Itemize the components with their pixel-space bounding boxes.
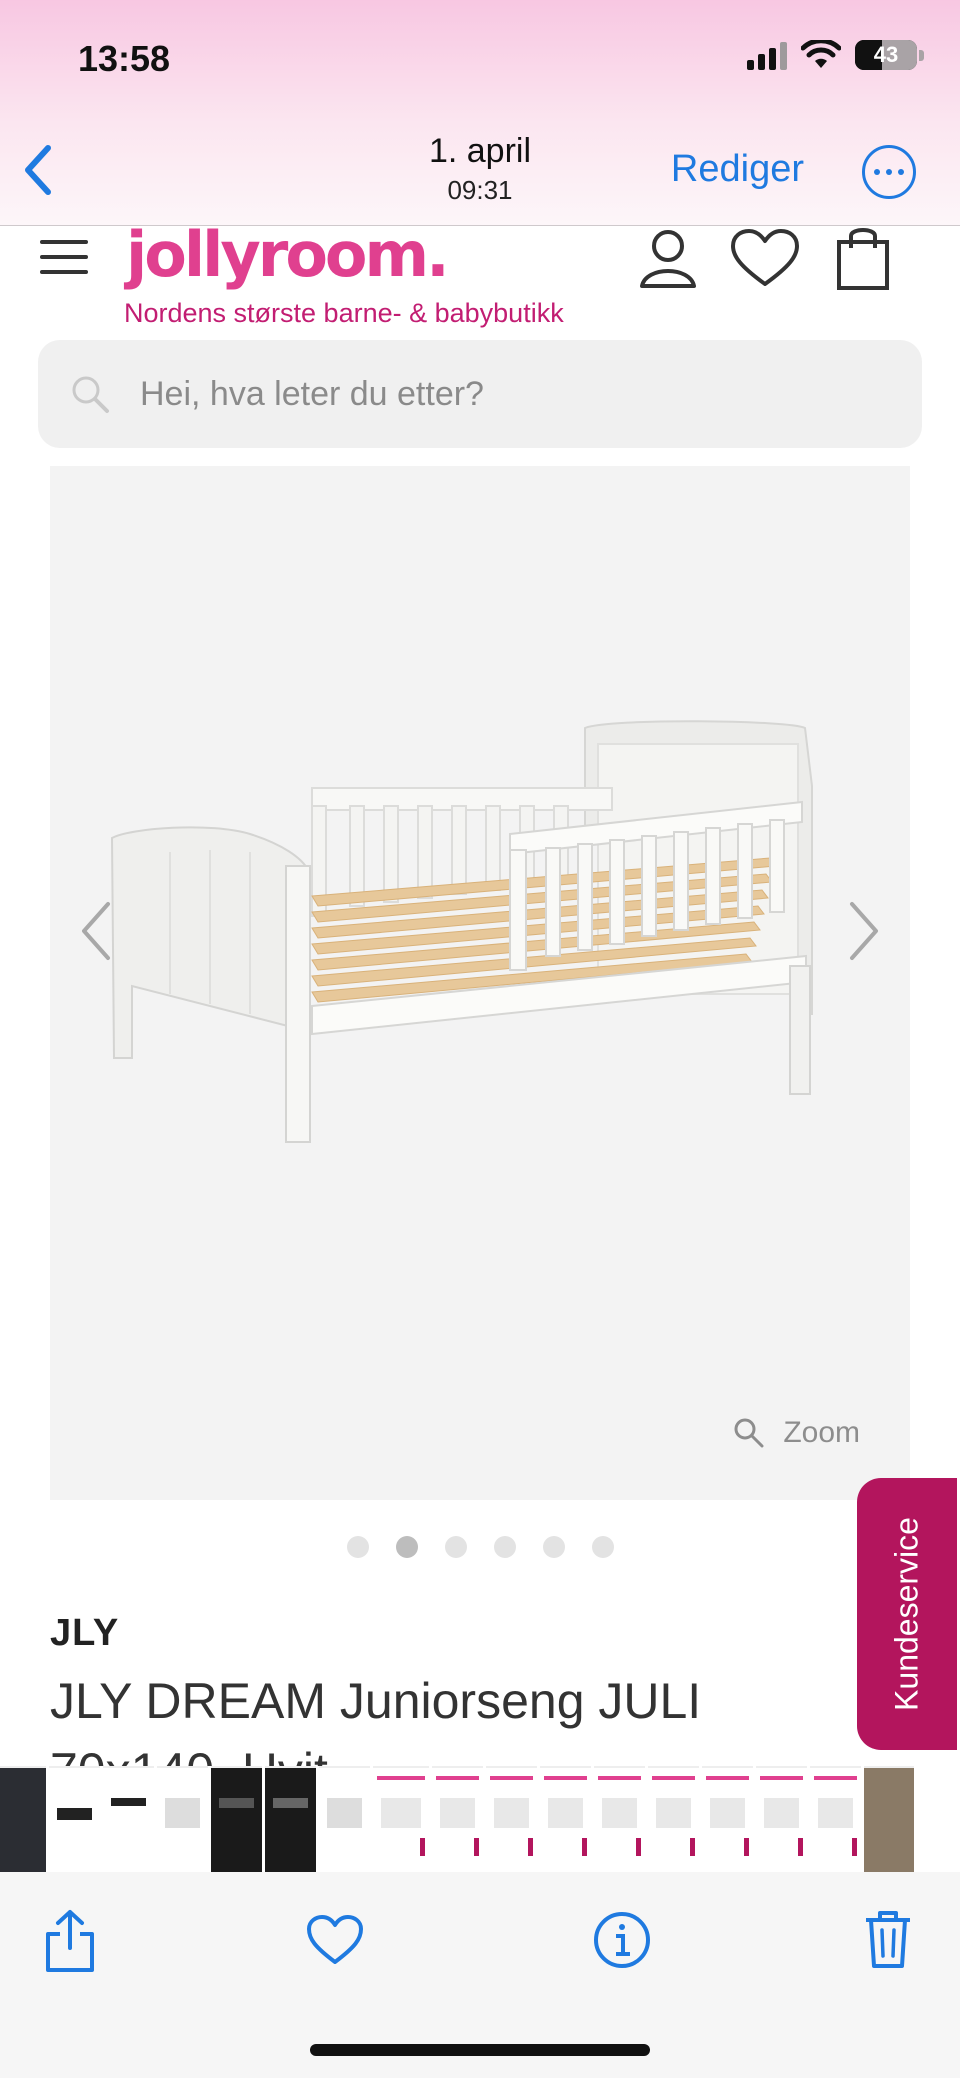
carousel-dot[interactable] bbox=[395, 1536, 418, 1558]
carousel-dot[interactable] bbox=[493, 1536, 516, 1558]
customer-service-label: Kundeservice bbox=[888, 1517, 925, 1711]
search-bar[interactable] bbox=[38, 340, 922, 448]
more-icon[interactable] bbox=[862, 145, 916, 199]
status-time: 13:58 bbox=[78, 38, 171, 79]
site-header: jollyroom. Nordens største barne- & baby… bbox=[0, 218, 960, 336]
carousel-dot[interactable] bbox=[591, 1536, 614, 1558]
filmstrip-thumb[interactable] bbox=[648, 1766, 699, 1872]
info-icon[interactable] bbox=[592, 1910, 652, 1970]
filmstrip-thumb[interactable] bbox=[432, 1766, 483, 1872]
filmstrip-thumb[interactable] bbox=[211, 1766, 262, 1872]
carousel-prev-icon[interactable] bbox=[72, 896, 122, 966]
filmstrip-thumb[interactable] bbox=[756, 1766, 807, 1872]
carousel-dot[interactable] bbox=[346, 1536, 369, 1558]
favorite-heart-icon[interactable] bbox=[306, 1914, 364, 1966]
wifi-icon bbox=[801, 40, 841, 68]
search-input[interactable] bbox=[140, 364, 880, 424]
share-icon[interactable] bbox=[42, 1908, 98, 1974]
screen: { "status_bar": { "time": "13:58", "batt… bbox=[0, 0, 960, 2078]
filmstrip-thumb[interactable] bbox=[103, 1766, 154, 1872]
product-title: JLY DREAM Juniorseng JULI 70x140, Hvit bbox=[50, 1673, 702, 1766]
carousel-next-icon[interactable] bbox=[838, 896, 888, 966]
filmstrip-thumb[interactable] bbox=[540, 1766, 591, 1872]
signal-icon bbox=[747, 40, 787, 70]
heart-icon[interactable] bbox=[730, 228, 800, 290]
filmstrip-thumb-current[interactable] bbox=[373, 1766, 429, 1872]
zoom-label: Zoom bbox=[783, 1416, 860, 1449]
product-title-container: JLY DREAM Juniorseng JULI 70x140, Hvit bbox=[50, 1666, 850, 1766]
zoom-button[interactable]: Zoom bbox=[733, 1416, 860, 1450]
customer-service-tab[interactable]: Kundeservice bbox=[857, 1478, 957, 1750]
filmstrip-thumb[interactable] bbox=[594, 1766, 645, 1872]
filmstrip-thumb[interactable] bbox=[864, 1766, 914, 1872]
photo-date-day: 1. april bbox=[428, 132, 532, 170]
product-image[interactable]: Zoom bbox=[50, 466, 910, 1500]
menu-icon[interactable] bbox=[40, 240, 88, 274]
product-photo-bed bbox=[110, 720, 813, 1143]
carousel-dots bbox=[0, 1536, 960, 1558]
status-icons: 43 bbox=[747, 40, 924, 70]
battery-level: 43 bbox=[873, 42, 899, 67]
product-brand[interactable]: JLY bbox=[50, 1612, 119, 1655]
filmstrip-thumb[interactable] bbox=[319, 1766, 370, 1872]
photos-header: 13:58 43 1. april 09:31 Rediger bbox=[0, 0, 960, 226]
search-icon bbox=[72, 376, 109, 413]
carousel-dot[interactable] bbox=[444, 1536, 467, 1558]
photo-date: 1. april 09:31 bbox=[0, 132, 960, 206]
home-indicator[interactable] bbox=[310, 2044, 650, 2056]
shopping-bag-icon[interactable] bbox=[836, 224, 890, 292]
jollyroom-logo[interactable]: jollyroom. bbox=[126, 218, 450, 291]
filmstrip-thumb[interactable] bbox=[49, 1766, 100, 1872]
trash-icon[interactable] bbox=[862, 1908, 914, 1970]
account-icon[interactable] bbox=[638, 228, 698, 290]
photo-filmstrip[interactable] bbox=[0, 1766, 960, 1872]
filmstrip-thumb[interactable] bbox=[0, 1766, 46, 1872]
filmstrip-thumb[interactable] bbox=[265, 1766, 316, 1872]
filmstrip-thumb[interactable] bbox=[810, 1766, 861, 1872]
zoom-icon bbox=[734, 1418, 764, 1448]
filmstrip-thumb[interactable] bbox=[157, 1766, 208, 1872]
battery-icon: 43 bbox=[855, 40, 917, 70]
edit-button[interactable]: Rediger bbox=[671, 148, 804, 191]
photo-date-time: 09:31 bbox=[447, 175, 513, 205]
filmstrip-thumb[interactable] bbox=[702, 1766, 753, 1872]
filmstrip-thumb[interactable] bbox=[486, 1766, 537, 1872]
carousel-dot[interactable] bbox=[542, 1536, 565, 1558]
battery-cap bbox=[919, 49, 924, 61]
tagline: Nordens største barne- & babybutikk bbox=[124, 298, 564, 328]
